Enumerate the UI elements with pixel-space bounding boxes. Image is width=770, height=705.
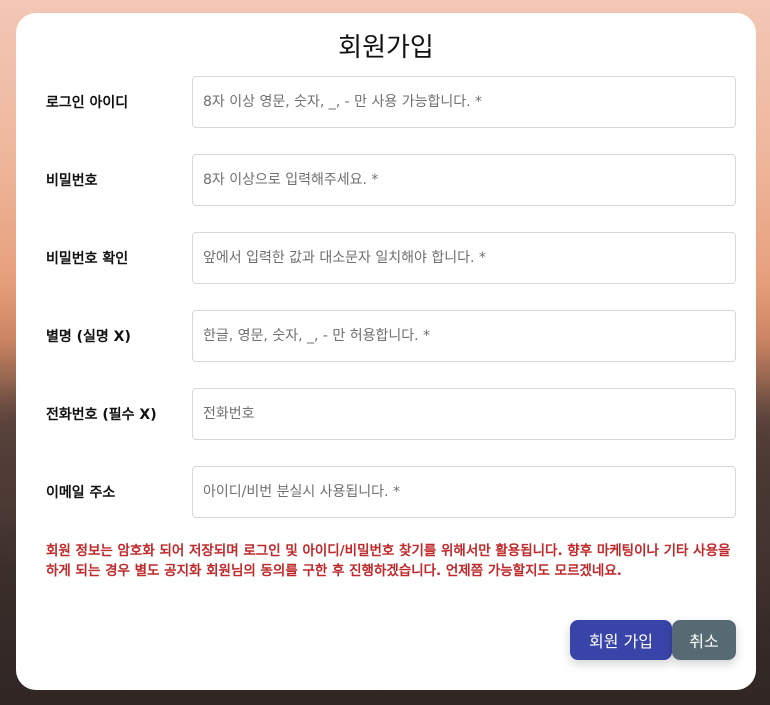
email-row: 이메일 주소 (16, 466, 756, 518)
privacy-notice: 회원 정보는 암호화 되어 저장되며 로그인 및 아이디/비밀번호 찾기를 위해… (46, 543, 731, 579)
password-label: 비밀번호 (46, 173, 98, 189)
nickname-row: 별명 (실명 X) (16, 310, 756, 362)
login-id-label: 로그인 아이디 (46, 95, 129, 111)
password-input[interactable] (192, 154, 736, 206)
password-confirm-label: 비밀번호 확인 (46, 251, 129, 267)
phone-input[interactable] (192, 388, 736, 440)
password-confirm-input[interactable] (192, 232, 736, 284)
email-label: 이메일 주소 (46, 485, 116, 501)
password-confirm-row: 비밀번호 확인 (16, 232, 756, 284)
signup-card: 회원가입 로그인 아이디 비밀번호 비밀번호 확인 별명 (실명 X) 전화번호… (16, 13, 756, 690)
phone-row: 전화번호 (필수 X) (16, 388, 756, 440)
email-input[interactable] (192, 466, 736, 518)
page-title: 회원가입 (338, 33, 434, 63)
cancel-button[interactable]: 취소 (672, 620, 736, 660)
login-id-row: 로그인 아이디 (16, 76, 756, 128)
phone-label: 전화번호 (필수 X) (46, 407, 157, 423)
password-row: 비밀번호 (16, 154, 756, 206)
login-id-input[interactable] (192, 76, 736, 128)
nickname-label: 별명 (실명 X) (46, 329, 131, 345)
nickname-input[interactable] (192, 310, 736, 362)
signup-button[interactable]: 회원 가입 (570, 620, 672, 660)
